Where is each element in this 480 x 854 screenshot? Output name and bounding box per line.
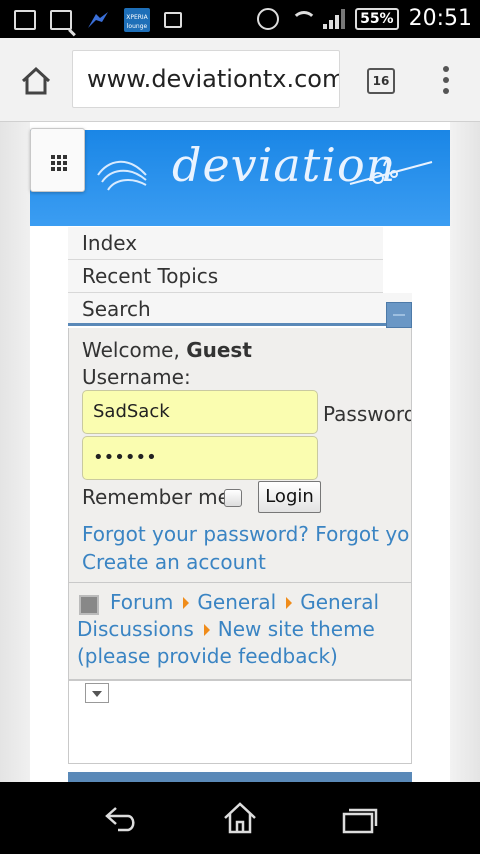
- account-links: Forgot your password? Forgot your userna…: [82, 520, 411, 576]
- dropdown-toggle-icon[interactable]: [85, 683, 109, 703]
- wifi-icon: [289, 9, 318, 29]
- swirl-decoration-icon: [97, 160, 147, 191]
- site-nav: Index Recent Topics Search: [68, 227, 412, 326]
- status-bar: XPERIA lounge 55% 20:51: [0, 0, 480, 38]
- home-nav-icon[interactable]: [222, 800, 258, 836]
- welcome-username: Guest: [186, 338, 252, 362]
- clock: 20:51: [408, 6, 472, 31]
- battery-indicator: 55%: [355, 7, 399, 30]
- nav-item-index[interactable]: Index: [68, 227, 383, 260]
- site-banner[interactable]: deviation: [30, 130, 450, 226]
- username-label: Username:: [82, 365, 191, 389]
- grid-icon: [51, 155, 67, 171]
- gallery-icon: [14, 10, 36, 30]
- page-margin-right: [450, 122, 480, 782]
- transmitter-decoration-icon: [349, 159, 433, 185]
- system-nav-bar: [0, 782, 480, 854]
- bird-app-icon: [86, 8, 110, 32]
- breadcrumb-arrow-icon: [183, 597, 190, 609]
- screen-mirror-icon: [164, 12, 182, 28]
- breadcrumb-trail: Forum General General Discussions New site …: [77, 589, 417, 670]
- tab-switcher-button[interactable]: 16: [367, 68, 395, 94]
- welcome-text: Welcome, Guest: [82, 338, 252, 362]
- page-margin-left: [0, 122, 30, 782]
- password-label: Password: [323, 402, 412, 426]
- nav-item-recent-topics[interactable]: Recent Topics: [68, 260, 383, 293]
- username-input[interactable]: SadSack: [82, 390, 318, 434]
- breadcrumb-arrow-icon: [286, 597, 293, 609]
- url-bar[interactable]: www.deviationtx.com: [72, 50, 340, 108]
- create-account-link[interactable]: Create an account: [82, 550, 266, 574]
- site-menu-button[interactable]: [30, 128, 85, 192]
- browser-toolbar: www.deviationtx.com 16: [0, 38, 480, 122]
- alarm-icon: [257, 7, 280, 30]
- nav-item-search[interactable]: Search: [68, 293, 412, 326]
- footer-band: [68, 772, 412, 782]
- topic-content-box: [68, 680, 412, 764]
- breadcrumb-general[interactable]: General: [197, 590, 276, 614]
- xperia-lounge-icon: XPERIA lounge: [124, 8, 150, 32]
- home-icon[interactable]: [20, 66, 52, 96]
- welcome-prefix: Welcome,: [82, 338, 187, 362]
- breadcrumb-forum[interactable]: Forum: [110, 590, 173, 614]
- remember-me-label: Remember me: [82, 485, 230, 509]
- screenshot-search-icon: [50, 10, 72, 30]
- password-input[interactable]: ••••••: [82, 436, 318, 480]
- forgot-password-link[interactable]: Forgot your password?: [82, 522, 309, 546]
- overflow-menu-icon[interactable]: [440, 66, 452, 96]
- forgot-username-link[interactable]: Forgot your username?: [315, 522, 411, 546]
- login-panel: Welcome, Guest Username: SadSack Passwor…: [68, 328, 412, 582]
- login-button[interactable]: Login: [258, 481, 321, 513]
- collapse-panel-button[interactable]: [386, 302, 412, 328]
- recent-apps-icon[interactable]: [340, 804, 378, 834]
- signal-icon: [323, 8, 346, 29]
- breadcrumb-arrow-icon: [203, 624, 210, 636]
- remember-me-checkbox[interactable]: [224, 489, 242, 507]
- back-icon[interactable]: [104, 804, 138, 834]
- breadcrumb: Forum General General Discussions New site …: [68, 582, 412, 680]
